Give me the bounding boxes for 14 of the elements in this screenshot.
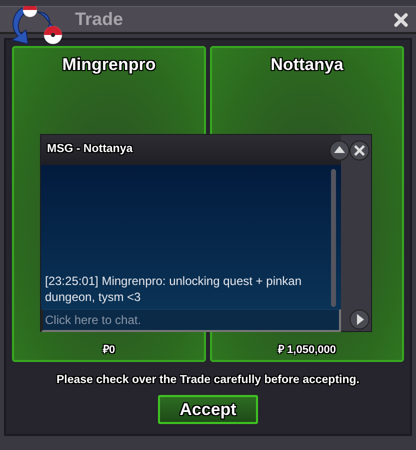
collapse-icon[interactable] [329,140,350,161]
chat-message: [23:25:01] Mingrenpro: unlocking quest + pinkan dungeon, tysm <3 [45,273,303,305]
notice-text: Please check over the Trade carefully before accepting. [56,373,360,388]
chat-input[interactable]: Click here to chat. [41,309,341,332]
scrollbar[interactable] [331,169,336,307]
send-icon[interactable] [349,309,370,330]
money-amount: ₽0 [102,342,116,358]
trader-name: Mingrenpro [62,54,156,76]
trader-name: Nottanya [270,54,344,76]
window-title: Trade [75,8,124,31]
accept-button[interactable]: Accept [158,395,258,424]
money-amount: ₽ 1,050,000 [278,342,336,358]
close-icon[interactable] [349,140,370,161]
chat-title: MSG - Nottanya [47,142,133,158]
